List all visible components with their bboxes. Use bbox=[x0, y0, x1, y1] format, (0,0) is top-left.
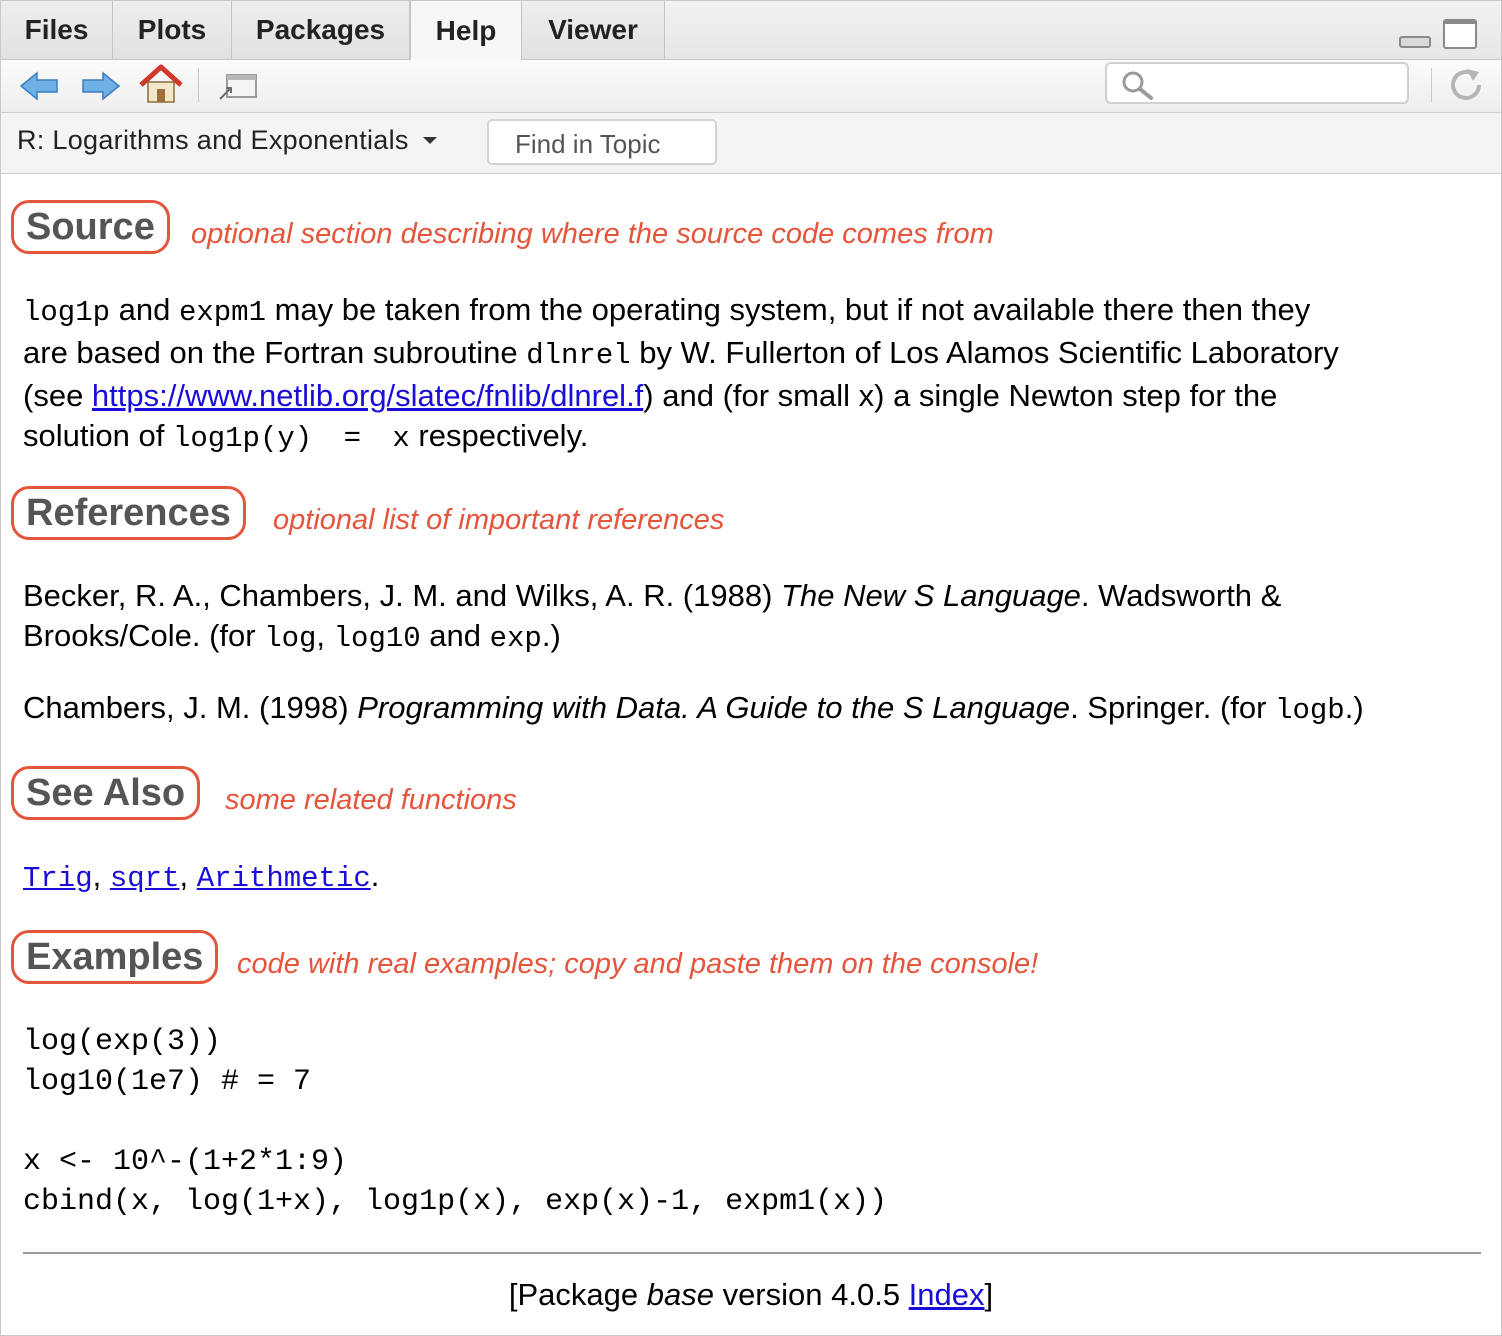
code-logb: logb bbox=[1275, 694, 1345, 727]
text-span: . bbox=[370, 858, 380, 893]
topic-bar: R: Logarithms and Exponentials bbox=[1, 113, 1501, 174]
code-exp: exp bbox=[489, 622, 542, 655]
examples-heading: Examples bbox=[11, 930, 219, 984]
code-expm1: expm1 bbox=[178, 296, 266, 329]
see-also-heading: See Also bbox=[11, 766, 201, 820]
link-sqrt[interactable]: sqrt bbox=[110, 862, 180, 895]
text-span: and bbox=[420, 618, 490, 653]
reference-2: Chambers, J. M. (1998) Programming with … bbox=[23, 688, 1364, 731]
package-footer: [Package base version 4.0.5 Index] bbox=[1, 1275, 1501, 1315]
text-span: respectively. bbox=[409, 418, 589, 453]
topic-dropdown[interactable]: R: Logarithms and Exponentials bbox=[17, 125, 437, 156]
text-span: . Wadsworth & bbox=[1080, 578, 1282, 613]
book-title: Programming with Data. A Guide to the S … bbox=[357, 690, 1071, 725]
text-span: , bbox=[92, 858, 110, 893]
reference-1: Becker, R. A., Chambers, J. M. and Wilks… bbox=[23, 576, 1281, 659]
references-annotation: optional list of important references bbox=[273, 504, 725, 536]
source-paragraph: log1p and expm1 may be taken from the op… bbox=[23, 290, 1339, 459]
minimize-icon[interactable] bbox=[1399, 36, 1431, 48]
package-name: base bbox=[646, 1277, 714, 1312]
source-heading: Source bbox=[11, 200, 170, 254]
help-toolbar bbox=[1, 60, 1501, 113]
home-icon[interactable] bbox=[139, 64, 183, 104]
tab-viewer[interactable]: Viewer bbox=[522, 1, 665, 59]
tab-files[interactable]: Files bbox=[1, 1, 113, 59]
forward-arrow-icon[interactable] bbox=[81, 70, 121, 102]
text-span: [Package bbox=[508, 1277, 647, 1312]
text-span: ] bbox=[984, 1277, 994, 1312]
topic-title: R: Logarithms and Exponentials bbox=[17, 125, 409, 155]
text-span: Becker, R. A., Chambers, J. M. and Wilks… bbox=[23, 578, 782, 613]
text-span: by W. Fullerton of Los Alamos Scientific… bbox=[630, 335, 1339, 370]
book-title: The New S Language bbox=[781, 578, 1081, 613]
text-span: . Springer. (for bbox=[1070, 690, 1276, 725]
examples-annotation: code with real examples; copy and paste … bbox=[237, 948, 1039, 980]
code-log10: log10 bbox=[333, 622, 421, 655]
footer-divider bbox=[23, 1252, 1481, 1254]
back-arrow-icon[interactable] bbox=[19, 70, 59, 102]
toolbar-separator bbox=[1431, 68, 1432, 102]
text-span: , bbox=[316, 618, 334, 653]
find-in-topic-input[interactable] bbox=[487, 119, 717, 165]
maximize-icon[interactable] bbox=[1443, 19, 1477, 49]
help-content: Source optional section describing where… bbox=[1, 174, 1501, 1335]
netlib-link[interactable]: https://www.netlib.org/slatec/fnlib/dlnr… bbox=[92, 378, 643, 413]
source-annotation: optional section describing where the so… bbox=[191, 218, 994, 250]
see-also-links: Trig, sqrt, Arithmetic. bbox=[23, 856, 379, 899]
tab-help[interactable]: Help bbox=[410, 1, 522, 60]
toolbar-separator bbox=[198, 68, 199, 102]
text-span: may be taken from the operating system, … bbox=[265, 292, 1311, 327]
search-input[interactable] bbox=[1105, 62, 1409, 104]
code-equation: log1p(y) = x bbox=[172, 422, 410, 455]
link-trig[interactable]: Trig bbox=[23, 862, 93, 895]
tab-packages[interactable]: Packages bbox=[232, 1, 410, 59]
popout-window-icon[interactable] bbox=[217, 72, 259, 102]
package-version: version 4.0.5 bbox=[713, 1277, 909, 1312]
chevron-down-icon bbox=[422, 137, 437, 144]
code-log1p: log1p bbox=[23, 296, 111, 329]
link-arithmetic[interactable]: Arithmetic bbox=[197, 862, 371, 895]
references-heading: References bbox=[11, 486, 246, 540]
text-span: Brooks/Cole. (for bbox=[23, 618, 265, 653]
text-span: , bbox=[179, 858, 197, 893]
text-span: (see bbox=[23, 378, 92, 413]
text-span: ) and (for small x) a single Newton step… bbox=[643, 378, 1278, 413]
code-log: log bbox=[264, 622, 317, 655]
text-span: Chambers, J. M. (1998) bbox=[23, 690, 358, 725]
tab-plots[interactable]: Plots bbox=[113, 1, 232, 59]
see-also-annotation: some related functions bbox=[225, 784, 517, 816]
code-dlnrel: dlnrel bbox=[526, 339, 631, 372]
text-span: .) bbox=[1344, 690, 1364, 725]
examples-code: log(exp(3)) log10(1e7) # = 7 x <- 10^-(1… bbox=[23, 1025, 888, 1219]
index-link[interactable]: Index bbox=[909, 1277, 985, 1312]
help-pane: Files Plots Packages Help Viewer R: Loga… bbox=[0, 0, 1502, 1336]
text-span: and bbox=[110, 292, 179, 327]
text-span: solution of bbox=[23, 418, 173, 453]
refresh-icon[interactable] bbox=[1447, 66, 1487, 104]
text-span: are based on the Fortran subroutine bbox=[23, 335, 527, 370]
text-span: .) bbox=[541, 618, 561, 653]
tab-bar: Files Plots Packages Help Viewer bbox=[1, 1, 1501, 60]
